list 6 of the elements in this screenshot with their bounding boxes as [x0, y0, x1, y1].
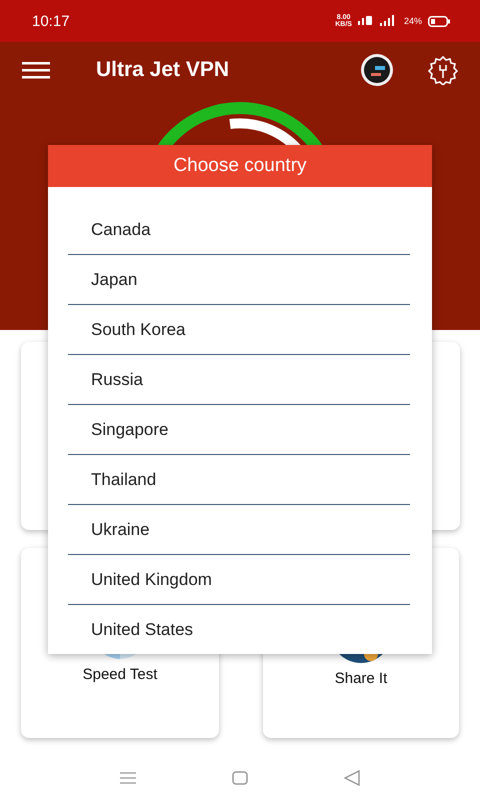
status-time: 10:17: [32, 12, 71, 30]
app-title: Ultra Jet VPN: [96, 58, 230, 82]
card-label: Speed Test: [82, 666, 158, 683]
card-label: Share It: [334, 670, 388, 687]
battery-percentage: 24%: [404, 16, 422, 26]
dialog-title: Choose country: [48, 145, 432, 187]
